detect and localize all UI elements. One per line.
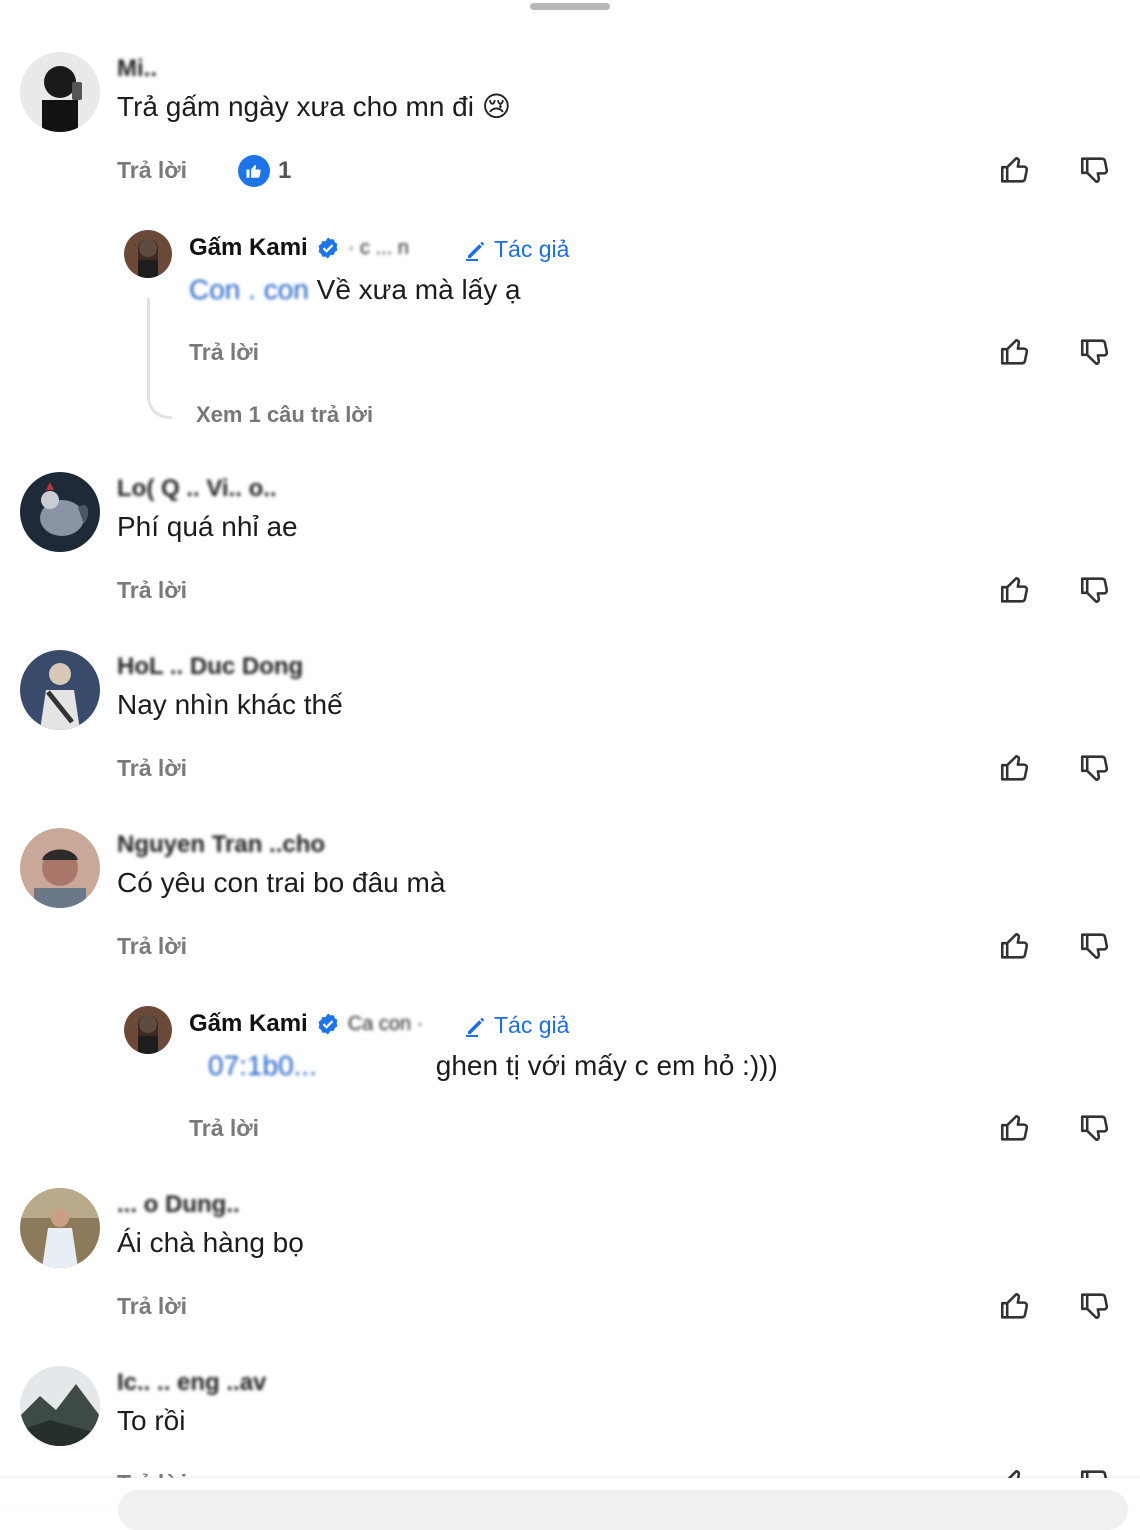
comment-text-body: ghen tị với mấy c em hỏ :))) (435, 1050, 778, 1081)
avatar[interactable] (20, 52, 100, 132)
mention-link[interactable]: 07:1b0... (208, 1050, 428, 1082)
avatar[interactable] (20, 650, 100, 730)
avatar[interactable] (20, 472, 100, 552)
dislike-icon[interactable] (1078, 929, 1112, 963)
thread-line (147, 298, 172, 419)
reply-button[interactable]: Trả lời (117, 933, 187, 960)
like-bubble-icon (238, 155, 270, 187)
sheet-grabber[interactable] (530, 3, 610, 10)
comment-text-body: Về xưa mà lấy ạ (316, 274, 521, 305)
like-icon[interactable] (998, 1289, 1032, 1323)
like-icon[interactable] (998, 1111, 1032, 1145)
like-icon[interactable] (998, 335, 1032, 369)
pencil-icon (466, 241, 484, 261)
commenter-name-text: Gấm Kami (189, 1010, 308, 1037)
mention-link[interactable]: Con . con (189, 274, 309, 305)
dislike-icon[interactable] (1078, 1111, 1112, 1145)
author-label: Tác giả (494, 236, 570, 262)
comment-text: Ái chà hàng bọ (117, 1227, 304, 1258)
comment-text: Có yêu con trai bo đâu mà (117, 867, 446, 898)
comment-text: 07:1b0... ghen tị với mấy c em hỏ :))) (208, 1050, 778, 1082)
commenter-name[interactable]: Nguyen Tran ..cho (117, 831, 325, 859)
comment-meta: Ca con · (347, 1012, 424, 1035)
dislike-icon[interactable] (1078, 335, 1112, 369)
comment-input[interactable] (118, 1490, 1128, 1530)
avatar[interactable] (20, 1188, 100, 1268)
like-icon[interactable] (998, 573, 1032, 607)
comment-meta: · c ... n (347, 236, 409, 259)
dislike-icon[interactable] (1078, 1289, 1112, 1323)
comment-text: Con . con Về xưa mà lấy ạ (189, 274, 521, 306)
reply-button[interactable]: Trả lời (189, 1115, 259, 1142)
reply-button[interactable]: Trả lời (117, 157, 187, 184)
dislike-icon[interactable] (1078, 751, 1112, 785)
commenter-name-text: Gấm Kami (189, 234, 308, 261)
reply-button[interactable]: Trả lời (189, 339, 259, 366)
pencil-icon (466, 1017, 484, 1037)
reply-button[interactable]: Trả lời (117, 755, 187, 782)
author-badge: Tác giả (464, 1012, 569, 1039)
avatar[interactable] (124, 230, 172, 278)
commenter-name[interactable]: HoL .. Duc Dong (117, 653, 303, 681)
comment-text: Phí quá nhỉ ae (117, 511, 298, 542)
reply-button[interactable]: Trả lời (117, 1293, 187, 1320)
avatar[interactable] (124, 1006, 172, 1054)
avatar[interactable] (20, 828, 100, 908)
avatar[interactable] (20, 1366, 100, 1446)
like-count-number: 1 (278, 157, 292, 184)
commenter-name[interactable]: Ic.. .. eng ..av (117, 1369, 266, 1397)
author-badge: Tác giả (464, 236, 569, 263)
view-more-replies[interactable]: Xem 1 câu trả lời (196, 402, 373, 428)
commenter-name[interactable]: Gấm Kami Ca con · (189, 1010, 423, 1038)
like-icon[interactable] (998, 153, 1032, 187)
dislike-icon[interactable] (1078, 153, 1112, 187)
like-icon[interactable] (998, 751, 1032, 785)
comment-text: Nay nhìn khác thế (117, 689, 343, 720)
commenter-name[interactable]: Gấm Kami · c ... n (189, 234, 409, 262)
dislike-icon[interactable] (1078, 573, 1112, 607)
reply-button[interactable]: Trả lời (117, 577, 187, 604)
commenter-name[interactable]: Lo( Q .. Vi.. o.. (117, 475, 277, 503)
author-label: Tác giả (494, 1012, 570, 1038)
comment-text: To rồi (117, 1405, 186, 1436)
verified-icon (318, 237, 338, 259)
comment-text: Trả gấm ngày xưa cho mn đi 😢 (117, 91, 511, 122)
commenter-name[interactable]: ... o Dung.. (117, 1191, 240, 1219)
verified-icon (318, 1013, 338, 1035)
like-count[interactable]: 1 (238, 155, 291, 187)
like-icon[interactable] (998, 929, 1032, 963)
commenter-name[interactable]: Mi.. (117, 55, 157, 83)
